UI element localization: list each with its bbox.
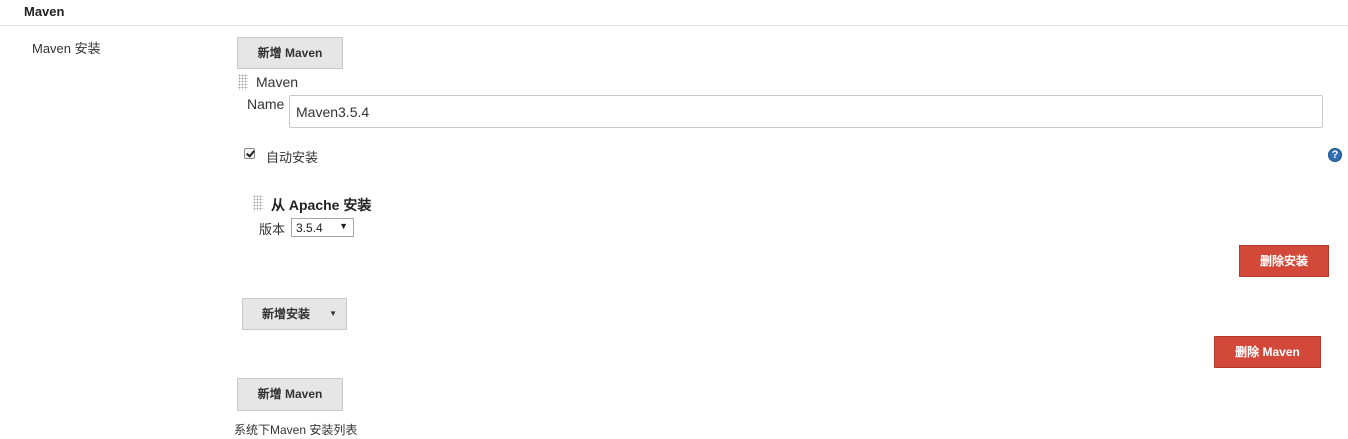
help-icon[interactable]: ? (1328, 148, 1342, 162)
chevron-down-icon: ▼ (329, 309, 337, 318)
name-input[interactable] (289, 95, 1323, 128)
version-label: 版本 (259, 222, 286, 237)
name-label: Name (247, 96, 285, 112)
maven-installations-label: Maven 安装 (32, 41, 101, 56)
version-select[interactable]: 3.5.4 ▼ (291, 218, 354, 237)
delete-maven-button[interactable]: 删除 Maven (1214, 336, 1321, 368)
chevron-down-icon: ▼ (339, 221, 348, 231)
maven-installations-description: 系统下Maven 安装列表 (234, 423, 358, 437)
installation-header: Maven (256, 74, 299, 90)
auto-install-label: 自动安装 (266, 150, 319, 165)
add-installer-label: 新增安装 (262, 307, 311, 321)
add-installer-button[interactable]: 新增安装 ▼ (242, 298, 347, 330)
delete-installer-button[interactable]: 删除安装 (1239, 245, 1329, 277)
version-select-value: 3.5.4 (296, 221, 323, 235)
auto-install-checkbox[interactable] (244, 148, 255, 159)
drag-handle-icon[interactable] (238, 74, 248, 90)
installer-header: 从 Apache 安装 (271, 197, 372, 213)
section-divider (0, 25, 1348, 26)
section-title: Maven (24, 4, 65, 19)
drag-handle-icon[interactable] (253, 195, 263, 211)
add-maven-button-bottom[interactable]: 新增 Maven (237, 378, 343, 411)
add-maven-button[interactable]: 新增 Maven (237, 37, 343, 69)
